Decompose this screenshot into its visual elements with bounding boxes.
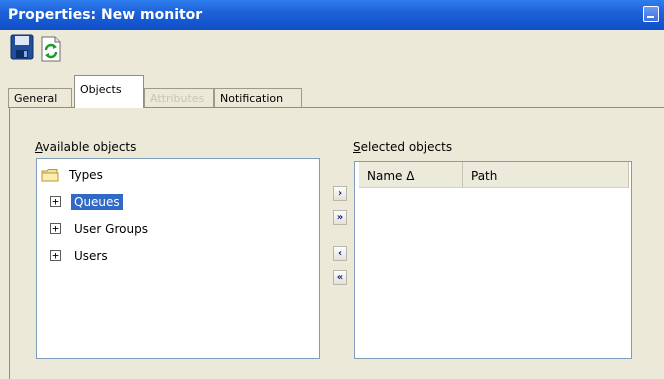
refresh-icon — [41, 36, 61, 62]
tree-node-label: Users — [74, 249, 108, 263]
available-objects-label: Available objects — [35, 140, 137, 154]
minimize-button[interactable] — [643, 6, 659, 22]
tree-node-label: Types — [69, 168, 103, 182]
selected-objects-label: Selected objects — [353, 140, 453, 154]
tab-label: General — [14, 92, 58, 105]
title-bar[interactable]: Properties: New monitor — [0, 0, 664, 30]
tree-node-queues[interactable]: + Queues — [37, 194, 317, 212]
available-objects-tree[interactable]: Types + Queues + User Groups + Users — [36, 158, 320, 359]
tab-label: Attributes — [150, 92, 205, 105]
expand-icon[interactable]: + — [50, 223, 61, 234]
add-all-button[interactable]: » — [333, 210, 347, 225]
save-button[interactable] — [10, 34, 36, 62]
selected-objects-list[interactable]: Name Δ Path — [354, 161, 632, 359]
add-button[interactable]: › — [333, 186, 347, 201]
tab-general[interactable]: General — [8, 88, 72, 108]
column-header-path[interactable]: Path — [463, 162, 629, 188]
expand-icon[interactable]: + — [50, 196, 61, 207]
window-title: Properties: New monitor — [8, 7, 203, 23]
remove-all-button[interactable]: « — [333, 270, 347, 285]
tree-node-users[interactable]: + Users — [37, 248, 317, 266]
tree-node-label: User Groups — [74, 222, 148, 236]
tab-objects[interactable]: Objects — [74, 75, 144, 108]
tab-label: Notification — [220, 92, 284, 105]
expand-icon[interactable]: + — [50, 250, 61, 261]
tree-node-user-groups[interactable]: + User Groups — [37, 221, 317, 239]
refresh-button[interactable] — [40, 36, 66, 64]
folder-icon — [41, 169, 59, 182]
column-header-name[interactable]: Name Δ — [359, 162, 463, 188]
tree-node-label: Queues — [71, 194, 123, 210]
save-icon — [10, 34, 34, 60]
tree-node-types[interactable]: Types — [37, 167, 317, 185]
tab-strip: General Objects Attributes Notification — [8, 72, 664, 108]
tab-attributes: Attributes — [144, 88, 214, 108]
tab-label: Objects — [80, 83, 122, 96]
remove-button[interactable]: ‹ — [333, 246, 347, 261]
minimize-icon — [647, 16, 654, 18]
tab-notification[interactable]: Notification — [214, 88, 302, 108]
